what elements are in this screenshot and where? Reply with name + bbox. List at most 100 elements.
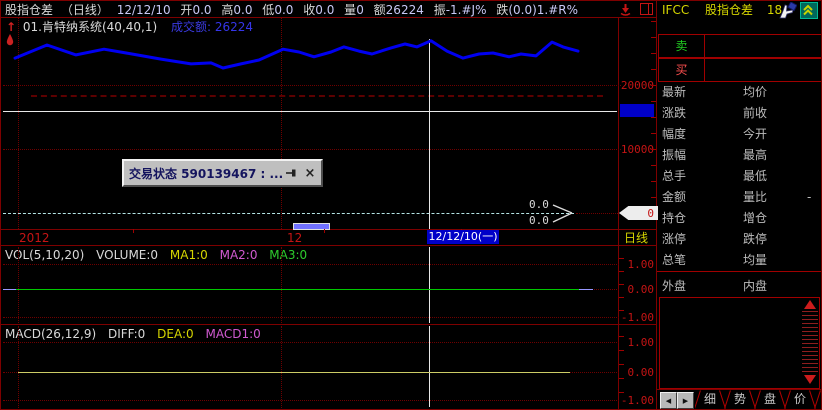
- label-total-ticks: 总笔: [662, 253, 686, 267]
- vol-title[interactable]: VOL(5,10,20): [5, 248, 84, 262]
- quote-row: 振幅 最高: [657, 146, 821, 166]
- sell-label: 卖: [675, 39, 687, 53]
- label-amplitude: 振幅: [662, 148, 686, 162]
- scroll-down-icon[interactable]: [804, 375, 816, 384]
- up-arrow-icon: ↑: [6, 20, 16, 34]
- bid-queue-box[interactable]: 买: [658, 58, 822, 82]
- vol-ma2: MA2:0: [220, 248, 258, 262]
- tab-price[interactable]: 价: [785, 390, 815, 409]
- vol-grid-neg1: [3, 317, 619, 318]
- bid-diff-label: 委差: [742, 20, 766, 34]
- crosshair-vertical: [429, 247, 430, 323]
- label-inner-disc: 内盘: [743, 279, 767, 293]
- tab-trend[interactable]: 势: [725, 390, 755, 409]
- current-price-value: 0: [647, 207, 654, 220]
- trading-app-window: 股指仓差 （日线） 12/12/10 开0.0 高0.0 低0.0 收0.0 量…: [0, 0, 822, 410]
- label-avg-price: 均价: [743, 85, 767, 99]
- zero-price-line: [3, 213, 574, 214]
- macd-grid-neg1: [3, 400, 619, 401]
- rp-title: IFCC 股指仓差 18: [662, 3, 782, 17]
- label-range: 幅度: [662, 127, 686, 141]
- symbol-name: 股指仓差: [5, 3, 53, 17]
- gridline-vertical: [18, 247, 19, 323]
- quote-row: 涨停 跌停: [657, 230, 821, 250]
- field-close-label: 收: [303, 3, 315, 17]
- close-icon[interactable]: ×: [302, 165, 318, 181]
- zero-marker-bottom-label: 0.0: [529, 214, 549, 227]
- macd-diff: DIFF:0: [108, 327, 145, 341]
- gridline-vertical: [18, 326, 19, 408]
- pin-icon[interactable]: [283, 165, 299, 181]
- vol-grid-1: [3, 264, 619, 265]
- gridline-vertical: [281, 18, 282, 229]
- crosshair-vertical: [429, 39, 430, 229]
- macd-macd1: MACD1:0: [205, 327, 260, 341]
- diff-zero-line: [18, 372, 570, 373]
- y-label-10000: 10000: [618, 143, 654, 156]
- macd-dea: DEA:0: [157, 327, 194, 341]
- label-turnover: 金额: [662, 190, 686, 204]
- vol-axis-ticks: [619, 258, 624, 320]
- crosshair-horizontal: [3, 111, 617, 112]
- field-amt-value: 26224: [386, 3, 424, 17]
- tick-list-box[interactable]: [659, 297, 820, 389]
- label-total-lots: 总手: [662, 169, 686, 183]
- scrollbar-track[interactable]: [802, 311, 818, 373]
- label-prev-close: 前收: [743, 106, 767, 120]
- axis-minor-ticks: [651, 21, 656, 207]
- macd-pane-header: MACD(26,12,9) DIFF:0 DEA:0 MACD1:0: [5, 327, 261, 341]
- timeline-year: 2012: [19, 231, 50, 245]
- field-chg-label: 跌: [496, 3, 508, 17]
- droplet-icon: [6, 34, 14, 46]
- period-label: （日线）: [61, 3, 109, 17]
- ask-queue-box[interactable]: 卖: [658, 34, 822, 58]
- gridline-20000: [3, 85, 621, 86]
- label-oi-change: 增仓: [743, 211, 767, 225]
- field-amp-value: -1.#J%: [446, 3, 487, 17]
- right-arrow-icon: ▶: [683, 397, 688, 405]
- field-open-value: 0.0: [192, 3, 211, 17]
- quote-date: 12/12/10: [117, 3, 171, 17]
- left-arrow-icon: ◀: [666, 397, 671, 405]
- timeline-bottom-border: [1, 245, 656, 246]
- label-high: 最高: [743, 148, 767, 162]
- vol-ma-line-tip: [579, 289, 593, 290]
- vol-ma-line-tip: [3, 289, 16, 290]
- label-limit-down: 跌停: [743, 232, 767, 246]
- title-bar: 股指仓差 （日线） 12/12/10 开0.0 高0.0 低0.0 收0.0 量…: [5, 3, 615, 17]
- field-low-label: 低: [262, 3, 274, 17]
- field-close-value: 0.0: [315, 3, 334, 17]
- timeline-tick: [133, 229, 134, 233]
- amount-value: 26224: [215, 20, 253, 34]
- tab-board[interactable]: 盘: [755, 390, 785, 409]
- scrollbar[interactable]: [802, 299, 818, 385]
- vol-ma1: MA1:0: [170, 248, 208, 262]
- contract-code: IFCC: [662, 3, 689, 17]
- zero-line-axis-dots: [576, 213, 618, 214]
- contract-name: 股指仓差: [705, 3, 753, 17]
- amount-label: 成交额:: [171, 20, 211, 34]
- tab-scroll-right-button[interactable]: ▶: [677, 392, 694, 409]
- buy-label: 买: [675, 63, 687, 77]
- field-high-value: 0.0: [233, 3, 252, 17]
- tab-detail[interactable]: 细: [695, 390, 725, 409]
- window-panel-icon[interactable]: [640, 3, 653, 15]
- field-chg-value: (0.0)1.#R%: [508, 3, 578, 17]
- expand-up-icon[interactable]: [800, 2, 818, 19]
- trade-status-tooltip[interactable]: 交易状态 590139467 : ... ×: [122, 159, 323, 187]
- quote-row: 持仓增仓: [657, 209, 821, 229]
- label-avg-vol: 均量: [743, 253, 767, 267]
- tab-reverse[interactable]: 逆: [815, 390, 821, 409]
- dashed-level-line: [31, 95, 603, 97]
- scroll-up-icon[interactable]: [804, 300, 816, 309]
- gridline-vertical: [18, 18, 19, 229]
- vol-ratio-value: -: [807, 190, 811, 204]
- period-tab[interactable]: 日线: [624, 231, 648, 245]
- label-outer-disc: 外盘: [662, 279, 686, 293]
- indicator-name[interactable]: 01.肯特纳系统(40,40,1): [23, 20, 157, 34]
- y-label-20000: 20000: [618, 79, 654, 92]
- tab-scroll-left-button[interactable]: ◀: [660, 392, 677, 409]
- label-low: 最低: [743, 169, 767, 183]
- drop-down-arrow-icon[interactable]: [619, 3, 632, 16]
- label-limit-up: 涨停: [662, 232, 686, 246]
